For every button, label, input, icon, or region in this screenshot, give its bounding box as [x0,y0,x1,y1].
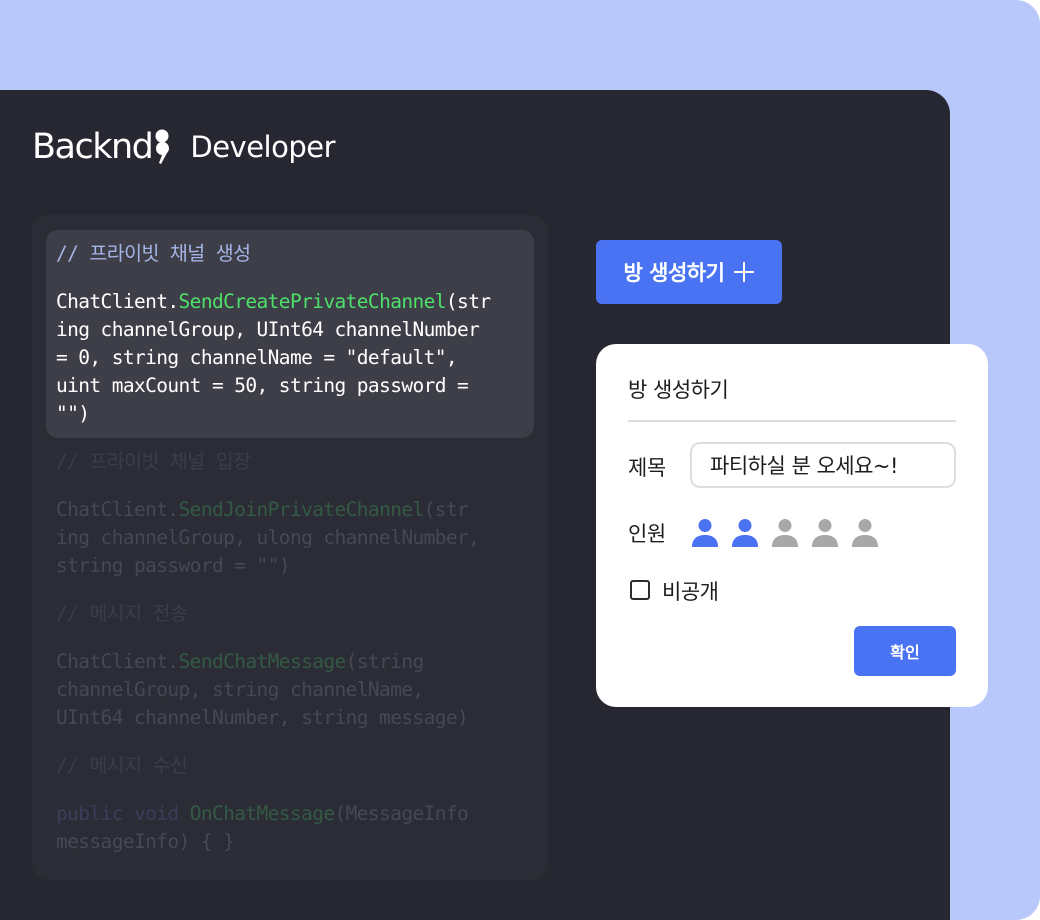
room-title-input[interactable] [690,442,956,488]
brand-logo: Backnd Developer [32,127,336,167]
person-icon-inactive[interactable] [772,518,798,548]
create-room-button[interactable]: 방 생성하기 [596,240,782,304]
brand-product: Developer [190,130,336,164]
person-icon-inactive[interactable] [852,518,878,548]
person-icon-active[interactable] [732,518,758,548]
member-count-selector [692,518,878,548]
code-block-receive: public void OnChatMessage(MessageInfo me… [56,802,469,853]
plus-icon [734,262,755,282]
code-comment-create: // 프라이빗 채널 생성 [56,242,251,265]
person-icon-active[interactable] [692,518,718,548]
confirm-label: 확인 [890,643,920,662]
dialog-title: 방 생성하기 [628,378,729,402]
person-icon-inactive[interactable] [812,518,838,548]
code-comment-join: // 프라이빗 채널 입장 [56,450,251,473]
private-checkbox[interactable] [630,580,650,600]
members-label: 인원 [628,522,666,546]
semicolon-logo-icon [155,129,170,164]
code-block-send: ChatClient.SendChatMessage(string channe… [56,650,469,729]
code-comment-send: // 메시지 전송 [56,602,188,625]
confirm-button[interactable]: 확인 [854,626,956,676]
code-block-join: ChatClient.SendJoinPrivateChannel(str in… [56,498,480,577]
brand-name: Backnd [32,127,154,167]
create-room-label: 방 생성하기 [623,261,725,285]
title-field-label: 제목 [628,456,666,480]
code-comment-receive: // 메시지 수신 [56,754,188,777]
code-block-create: ChatClient.SendCreatePrivateChannel(str … [56,290,491,425]
private-label[interactable]: 비공개 [662,576,719,606]
code-method-name: SendCreatePrivateChannel [178,290,447,313]
create-room-dialog: 방 생성하기 제목 인원 비공개 확인 [596,344,988,707]
dialog-divider [628,420,956,422]
